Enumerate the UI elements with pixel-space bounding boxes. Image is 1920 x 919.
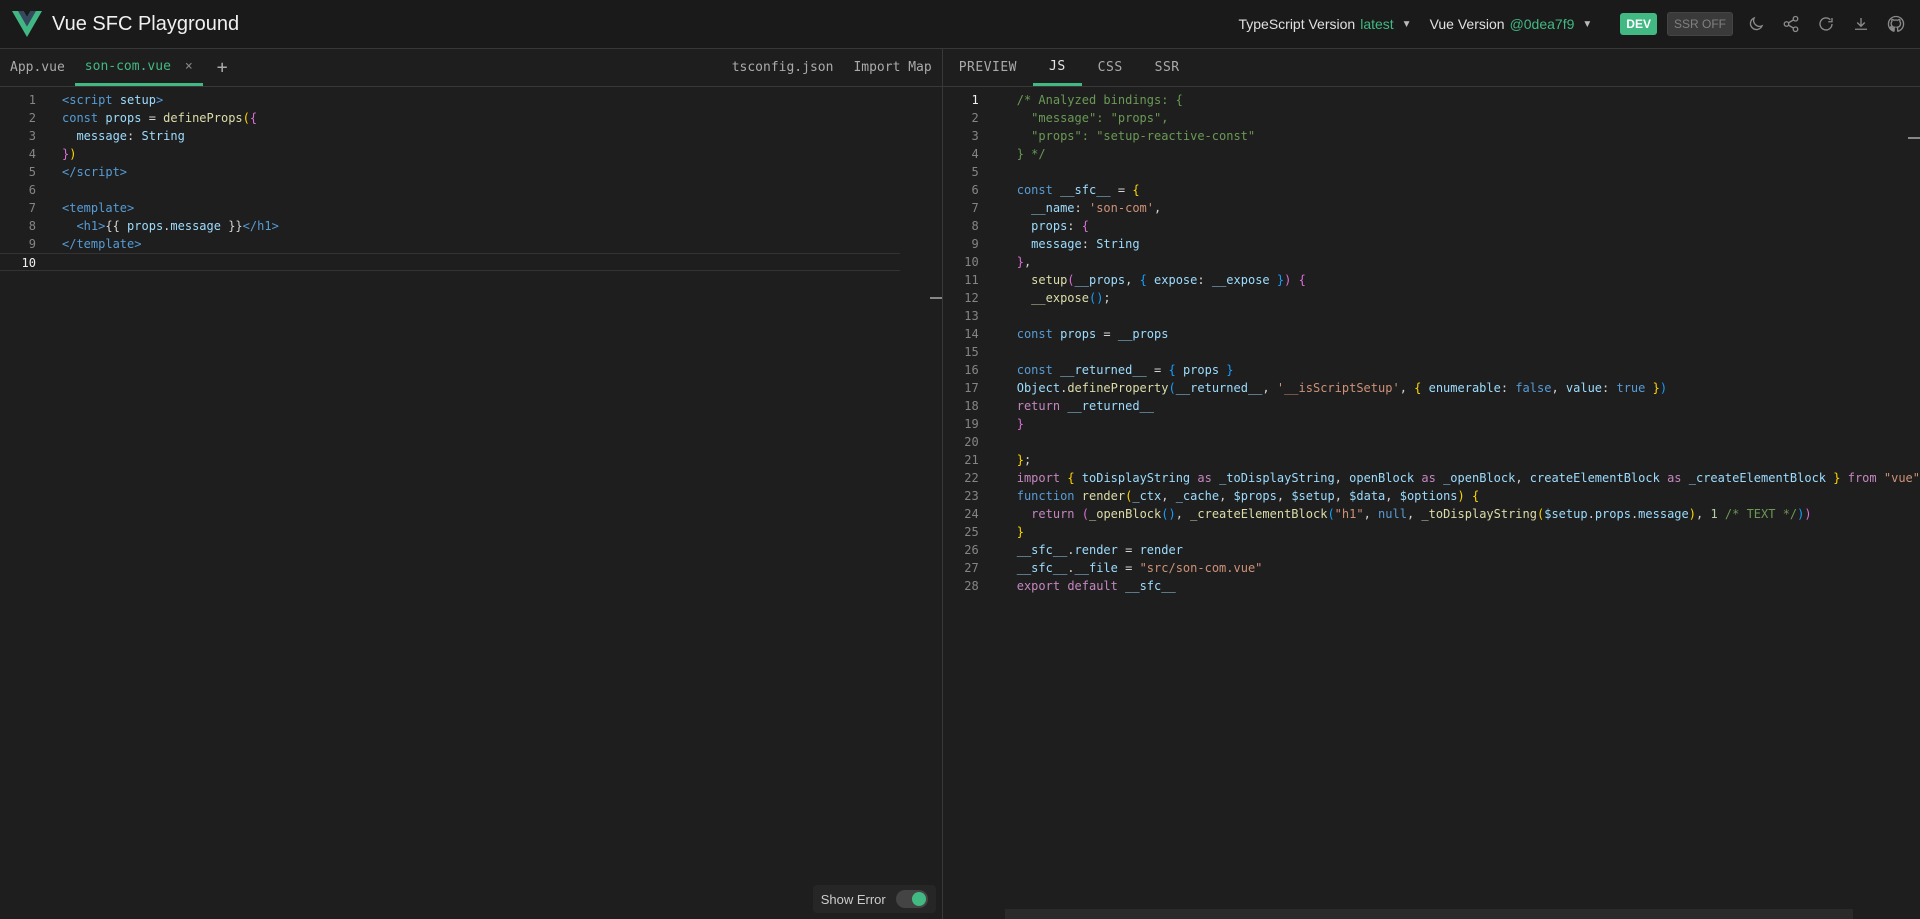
reload-icon[interactable] <box>1814 12 1838 36</box>
toggle-switch[interactable] <box>895 890 928 908</box>
github-icon[interactable] <box>1884 12 1908 36</box>
chevron-down-icon: ▼ <box>1401 18 1412 30</box>
app-title: Vue SFC Playground <box>52 12 240 35</box>
dev-toggle[interactable]: DEV <box>1620 13 1657 35</box>
vue-logo-icon <box>12 11 42 37</box>
show-error-toggle[interactable]: Show Error <box>812 885 936 913</box>
app-header: Vue SFC Playground TypeScript Version la… <box>0 0 1920 49</box>
editor-pane: App.vue son-com.vue × + tsconfig.json Im… <box>0 49 943 919</box>
typescript-version-label: TypeScript Version <box>1238 16 1356 32</box>
tab-css[interactable]: CSS <box>1082 49 1139 86</box>
file-tabs: App.vue son-com.vue × + tsconfig.json Im… <box>0 49 942 87</box>
source-editor[interactable]: 1 <script setup> 2 const props = definePro… <box>0 87 942 271</box>
download-icon[interactable] <box>1849 12 1873 36</box>
tab-son-com-vue[interactable]: son-com.vue × <box>74 49 203 86</box>
scrollbar[interactable] <box>929 297 942 299</box>
scrollbar[interactable] <box>1908 137 1920 139</box>
typescript-version-value: latest <box>1360 16 1394 32</box>
tab-label: App.vue <box>10 60 65 75</box>
typescript-version-select[interactable]: TypeScript Version latest ▼ <box>1238 16 1411 32</box>
tab-app-vue[interactable]: App.vue <box>0 49 75 86</box>
chevron-down-icon: ▼ <box>1582 18 1593 30</box>
vue-version-select[interactable]: Vue Version @0dea7f9 ▼ <box>1430 16 1593 32</box>
tsconfig-tab[interactable]: tsconfig.json <box>732 60 834 75</box>
tab-label: son-com.vue <box>84 58 171 74</box>
tab-preview[interactable]: PREVIEW <box>943 49 1033 86</box>
vue-version-value: @0dea7f9 <box>1509 16 1575 32</box>
ssr-toggle[interactable]: SSR OFF <box>1666 12 1733 36</box>
logo: Vue SFC Playground <box>12 11 239 37</box>
show-error-label: Show Error <box>820 891 886 907</box>
tab-ssr[interactable]: SSR <box>1139 49 1196 86</box>
add-file-button[interactable]: + <box>203 49 242 86</box>
close-icon[interactable]: × <box>185 59 193 74</box>
import-map-tab[interactable]: Import Map <box>853 60 931 75</box>
horizontal-scrollbar[interactable] <box>1004 909 1853 919</box>
output-pane: PREVIEW JS CSS SSR 1/* Analyzed bindings… <box>942 49 1920 919</box>
tab-js[interactable]: JS <box>1033 49 1082 86</box>
share-icon[interactable] <box>1779 12 1803 36</box>
compiled-output[interactable]: 1/* Analyzed bindings: { 2 "message": "p… <box>943 87 1920 595</box>
vue-version-label: Vue Version <box>1429 16 1505 32</box>
output-tabs: PREVIEW JS CSS SSR <box>942 49 1920 87</box>
moon-icon[interactable] <box>1744 12 1768 36</box>
